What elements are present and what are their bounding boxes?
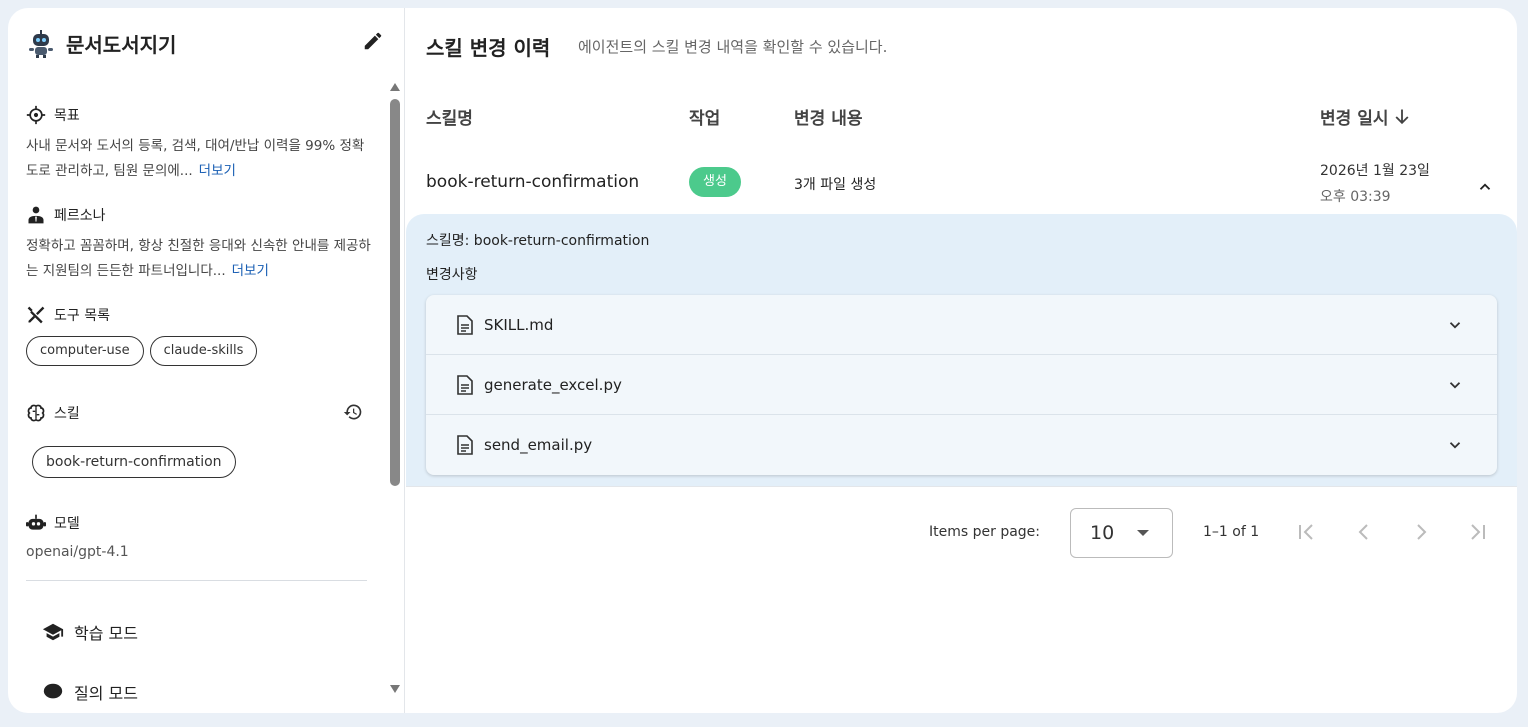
file-name: SKILL.md xyxy=(484,316,554,334)
chevron-down-icon[interactable] xyxy=(1446,316,1464,334)
sidebar-scrollbar[interactable] xyxy=(388,82,402,694)
tools-title: 도구 목록 xyxy=(54,308,110,324)
row-date: 2026년 1월 23일 xyxy=(1320,163,1430,179)
items-per-page-value: 10 xyxy=(1090,522,1115,544)
chevron-up-icon[interactable] xyxy=(1476,178,1494,196)
model-title: 모델 xyxy=(54,516,80,532)
column-header-skill: 스킬명 xyxy=(426,109,473,129)
row-skill-name: book-return-confirmation xyxy=(426,172,640,192)
chevron-down-icon[interactable] xyxy=(1446,376,1464,394)
goal-more-link[interactable]: 더보기 xyxy=(199,163,236,179)
query-mode-item[interactable]: 질의 모드 xyxy=(42,674,138,710)
persona-title: 페르소나 xyxy=(54,208,106,224)
table-footer-divider xyxy=(406,486,1517,487)
agent-name: 문서도서지기 xyxy=(66,33,177,57)
learning-mode-label: 학습 모드 xyxy=(74,624,138,643)
tools-section: 도구 목록 computer-use claude-skills xyxy=(26,304,371,366)
persona-text: 정확하고 꼼꼼하며, 항상 친절한 응대와 신속한 안내를 제공하는 지원팀의 … xyxy=(26,238,371,279)
sidebar-divider xyxy=(26,580,367,581)
file-accordion-item[interactable]: send_email.py xyxy=(426,415,1497,475)
last-page-icon[interactable] xyxy=(1466,520,1490,544)
skill-chips: book-return-confirmation xyxy=(26,446,371,478)
file-accordion-item[interactable]: SKILL.md xyxy=(426,295,1497,355)
file-document-icon xyxy=(457,375,473,395)
scroll-thumb[interactable] xyxy=(390,99,400,486)
file-accordion-item[interactable]: generate_excel.py xyxy=(426,355,1497,415)
goal-title: 목표 xyxy=(54,108,80,124)
crosshair-icon xyxy=(26,105,46,125)
app-card: 문서도서지기 목표 사내 문서와 도서의 등록, 검색, 대여/반납 이력을 9… xyxy=(8,8,1517,713)
history-icon[interactable] xyxy=(343,402,363,422)
row-time: 오후 03:39 xyxy=(1320,189,1391,205)
model-section: 모델 openai/gpt-4.1 xyxy=(26,512,371,560)
file-name: generate_excel.py xyxy=(484,376,622,394)
column-header-action: 작업 xyxy=(689,109,721,129)
chevron-down-icon[interactable] xyxy=(1446,436,1464,454)
first-page-icon[interactable] xyxy=(1294,520,1318,544)
scroll-down-arrow-icon[interactable] xyxy=(389,684,401,694)
page-title: 스킬 변경 이력 xyxy=(426,36,551,60)
next-page-icon[interactable] xyxy=(1409,520,1433,544)
file-document-icon xyxy=(457,315,473,335)
chat-bubble-icon xyxy=(42,681,64,703)
goal-text: 사내 문서와 도서의 등록, 검색, 대여/반납 이력을 99% 정확도로 관리… xyxy=(26,138,365,179)
scroll-up-arrow-icon[interactable] xyxy=(389,82,401,92)
previous-page-icon[interactable] xyxy=(1352,520,1376,544)
file-name: send_email.py xyxy=(484,436,593,454)
tools-icon xyxy=(26,305,46,325)
changed-files-list: SKILL.md generate_excel.py send_email.py xyxy=(426,295,1497,475)
graduation-cap-icon xyxy=(42,621,64,643)
robot-avatar-icon xyxy=(29,30,53,58)
items-per-page-select[interactable]: 10 xyxy=(1070,508,1173,558)
skills-section: 스킬 book-return-confirmation xyxy=(26,402,371,478)
tool-chip[interactable]: claude-skills xyxy=(149,336,258,366)
dropdown-caret-icon xyxy=(1137,530,1149,536)
column-header-change: 변경 내용 xyxy=(794,109,863,129)
row-change-summary: 3개 파일 생성 xyxy=(794,177,877,193)
edit-pencil-icon[interactable] xyxy=(362,30,384,52)
robot-icon xyxy=(26,513,46,533)
tool-chips: computer-use claude-skills xyxy=(26,336,371,366)
file-document-icon xyxy=(457,435,473,455)
persona-section: 페르소나 정확하고 꼼꼼하며, 항상 친절한 응대와 신속한 안내를 제공하는 … xyxy=(26,204,371,284)
person-icon xyxy=(26,205,46,225)
agent-sidebar: 문서도서지기 목표 사내 문서와 도서의 등록, 검색, 대여/반납 이력을 9… xyxy=(8,8,405,713)
model-value: openai/gpt-4.1 xyxy=(26,544,129,560)
skill-history-panel: 스킬 변경 이력 에이전트의 스킬 변경 내역을 확인할 수 있습니다. 스킬명… xyxy=(406,8,1517,713)
skill-chip[interactable]: book-return-confirmation xyxy=(32,446,236,478)
persona-more-link[interactable]: 더보기 xyxy=(232,263,269,279)
goal-section: 목표 사내 문서와 도서의 등록, 검색, 대여/반납 이력을 99% 정확도로… xyxy=(26,104,371,184)
query-mode-label: 질의 모드 xyxy=(74,684,138,703)
action-badge: 생성 xyxy=(689,167,741,197)
pagination-range: 1–1 of 1 xyxy=(1203,524,1260,540)
learning-mode-item[interactable]: 학습 모드 xyxy=(42,614,138,650)
sort-arrow-down-icon xyxy=(1396,109,1409,124)
detail-changes-label: 변경사항 xyxy=(426,267,478,283)
brain-icon xyxy=(26,403,46,423)
agent-header: 문서도서지기 xyxy=(26,26,386,60)
table-row[interactable]: book-return-confirmation 생성 3개 파일 생성 202… xyxy=(406,148,1517,214)
column-header-date[interactable]: 변경 일시 xyxy=(1320,104,1412,129)
detail-skill-line: 스킬명: book-return-confirmation xyxy=(426,233,650,249)
row-detail-panel: 스킬명: book-return-confirmation 변경사항 SKILL… xyxy=(406,214,1517,486)
skills-title: 스킬 xyxy=(54,406,80,422)
page-subtitle: 에이전트의 스킬 변경 내역을 확인할 수 있습니다. xyxy=(578,38,888,56)
items-per-page-label: Items per page: xyxy=(929,524,1041,540)
tool-chip[interactable]: computer-use xyxy=(26,336,144,366)
